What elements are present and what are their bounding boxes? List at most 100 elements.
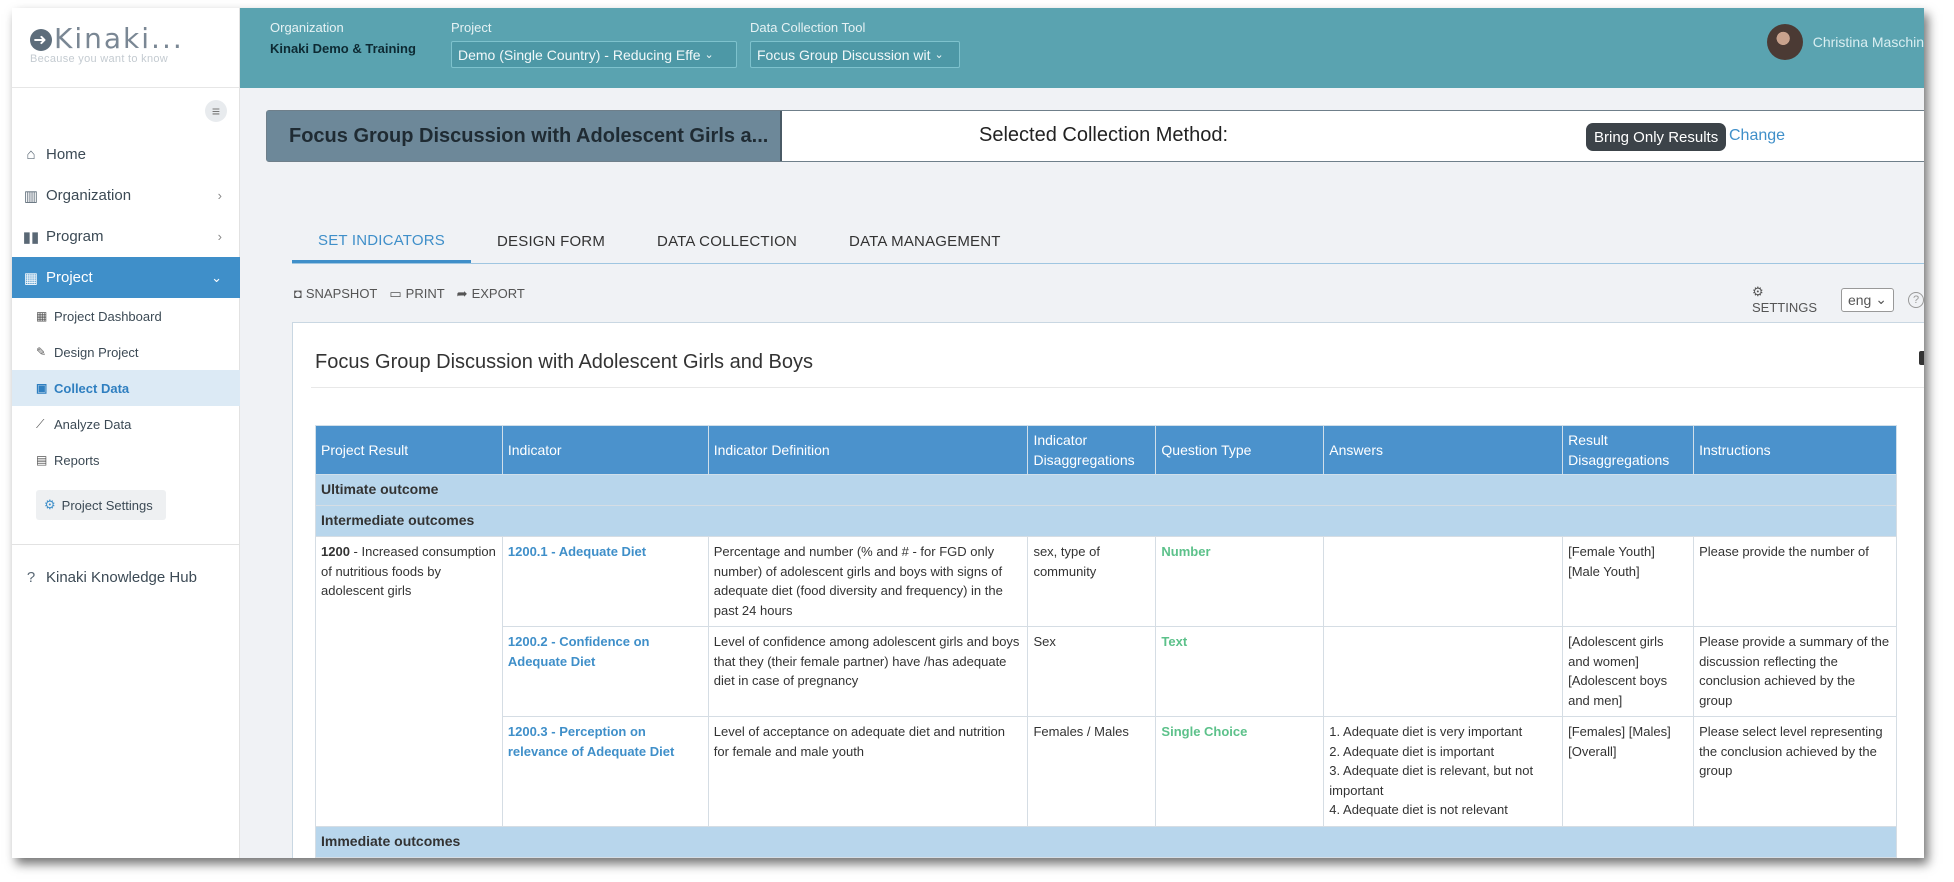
change-method-link[interactable]: Change [1729, 127, 1785, 145]
definition-cell: Level of confidence among adolescent gir… [707, 626, 1029, 717]
project-label: Project [451, 20, 492, 35]
column-header[interactable]: Result Disaggregations [1562, 425, 1695, 475]
avatar[interactable] [1766, 24, 1803, 60]
collection-bar: Focus Group Discussion with Adolescent G… [266, 110, 1924, 162]
print-button[interactable]: ▭ PRINT [389, 286, 444, 302]
column-header[interactable]: Instructions [1693, 425, 1897, 475]
snapshot-button[interactable]: ◘ SNAPSHOT [294, 286, 377, 302]
gear-icon: ⚙ [44, 497, 56, 512]
answer-option: 2. Adequate diet is important [1329, 743, 1495, 759]
sidebar-subitem-reports[interactable]: ▤ Reports [12, 442, 240, 478]
answer-option: 1. Adequate diet is very important [1329, 724, 1523, 739]
indicators-table: Project Result Indicator Indicator Defin… [315, 425, 1897, 858]
sidebar-subitem-label: Collect Data [54, 380, 130, 396]
lock-icon[interactable] [1919, 351, 1924, 365]
settings-label: SETTINGS [1752, 300, 1818, 315]
tool-select[interactable]: Focus Group Discussion wit ⌄ [750, 41, 960, 68]
indicator-cell[interactable]: 1200.1 - Adequate Diet [501, 536, 709, 627]
section-row-ultimate: Ultimate outcome [315, 474, 1897, 506]
column-header[interactable]: Answers [1323, 425, 1564, 475]
question-type-cell: Text [1155, 626, 1325, 717]
toolbar: ◘ SNAPSHOT ▭ PRINT ➦ EXPORT [294, 286, 525, 302]
tool-name: Focus Group Discussion with Adolescent G… [267, 111, 782, 161]
sidebar-subitem-collect-data[interactable]: ▣ Collect Data [12, 370, 240, 406]
brand-name: Kinaki... [54, 22, 184, 55]
column-header[interactable]: Indicator [501, 425, 709, 475]
share-icon: ➦ [456, 286, 468, 301]
chevron-right-icon: › [217, 229, 222, 244]
chevron-down-icon: ⌄ [211, 269, 222, 285]
tab-set-indicators[interactable]: SET INDICATORS [292, 220, 471, 263]
sidebar-item-knowledge-hub[interactable]: ? Kinaki Knowledge Hub [12, 555, 240, 599]
project-result-cell: 1200 - Increased consumption of nutritio… [315, 536, 503, 827]
indicator-link[interactable]: 1200.1 - Adequate Diet [508, 544, 646, 559]
definition-cell: Percentage and number (% and # - for FGD… [707, 536, 1029, 627]
project-group: Project Demo (Single Country) - Reducing… [451, 20, 737, 68]
answer-option: 3. Adequate diet is relevant, but not im… [1329, 763, 1534, 798]
instructions-cell: Please provide a summary of the discussi… [1693, 626, 1897, 717]
indicator-cell[interactable]: 1200.2 - Confidence on Adequate Diet [501, 626, 709, 717]
organization-label: Organization [270, 20, 344, 35]
indicator-link[interactable]: 1200.3 - Perception on relevance of Adeq… [508, 724, 674, 759]
settings-area: ⚙ SETTINGS eng ⌄ ? [1752, 284, 1924, 315]
organization-value: Kinaki Demo & Training [270, 41, 416, 56]
organization-group: Organization Kinaki Demo & Training [270, 20, 416, 56]
language-select[interactable]: eng ⌄ [1840, 287, 1895, 312]
chevron-down-icon: ⌄ [704, 49, 714, 61]
question-type: Text [1161, 634, 1188, 649]
sidebar-subitem-label: Analyze Data [54, 416, 132, 432]
tool-select-value: Focus Group Discussion wit [757, 46, 931, 63]
sidebar-subitem-analyze-data[interactable]: ⟋ Analyze Data [12, 406, 240, 442]
tab-data-collection[interactable]: DATA COLLECTION [631, 220, 823, 263]
user-menu[interactable]: Christina Maschin [1766, 24, 1924, 60]
tab-data-management[interactable]: DATA MANAGEMENT [823, 220, 1027, 263]
sidebar-subitem-design-project[interactable]: ✎ Design Project [12, 334, 240, 370]
sidebar: ➜ Kinaki... Because you want to know ≡ ⌂ … [12, 8, 240, 858]
method-badge: Bring Only Results [1586, 123, 1727, 151]
sidebar-toggle-icon[interactable]: ≡ [205, 100, 227, 122]
project-settings-button[interactable]: ⚙ Project Settings [36, 490, 166, 520]
settings-button[interactable]: ⚙ SETTINGS [1752, 284, 1831, 315]
camera-icon: ◘ [294, 286, 302, 301]
disaggregation-cell: sex, type of community [1027, 536, 1157, 627]
sidebar-item-organization[interactable]: ▥ Organization › [12, 175, 240, 216]
question-type: Single Choice [1161, 724, 1248, 739]
answers-cell [1323, 536, 1564, 627]
tab-design-form[interactable]: DESIGN FORM [471, 220, 631, 263]
answers-cell [1323, 626, 1564, 717]
sidebar-item-program[interactable]: ▮▮ Program › [12, 216, 240, 257]
column-header[interactable]: Project Result [315, 425, 503, 475]
sidebar-item-home[interactable]: ⌂ Home [12, 134, 240, 175]
document-icon: ▤ [36, 453, 48, 467]
top-bar: Organization Kinaki Demo & Training Proj… [240, 8, 1924, 88]
sidebar-subitem-label: Reports [54, 452, 100, 468]
question-type: Number [1161, 544, 1211, 559]
organization-icon: ▥ [23, 187, 39, 205]
project-select-value: Demo (Single Country) - Reducing Effe [458, 46, 701, 63]
home-icon: ⌂ [26, 146, 36, 163]
collect-icon: ▣ [36, 381, 48, 395]
definition-cell: Level of acceptance on adequate diet and… [707, 716, 1029, 827]
help-icon[interactable]: ? [1908, 291, 1924, 308]
indicator-cell[interactable]: 1200.3 - Perception on relevance of Adeq… [501, 716, 709, 827]
sidebar-nav: ⌂ Home ▥ Organization › ▮▮ Program › ▦ P… [12, 134, 240, 599]
logo[interactable]: ➜ Kinaki... Because you want to know [12, 8, 239, 88]
result-code: 1200 [321, 544, 350, 559]
sidebar-subitem-label: Project Dashboard [54, 308, 162, 324]
sidebar-subitem-label: Design Project [54, 344, 139, 360]
indicator-link[interactable]: 1200.2 - Confidence on Adequate Diet [508, 634, 650, 669]
export-button[interactable]: ➦ EXPORT [457, 286, 525, 302]
user-name: Christina Maschin [1812, 34, 1924, 50]
table-row: 1200.2 - Confidence on Adequate Diet Lev… [316, 626, 1897, 717]
result-disaggregation-cell: [Female Youth] [Male Youth] [1562, 536, 1695, 627]
column-header[interactable]: Indicator Disaggregations [1027, 425, 1157, 475]
column-header[interactable]: Question Type [1155, 425, 1325, 475]
printer-icon: ▭ [389, 286, 402, 301]
project-select[interactable]: Demo (Single Country) - Reducing Effe ⌄ [451, 41, 737, 68]
column-header[interactable]: Indicator Definition [707, 425, 1029, 475]
card-divider [311, 387, 1924, 388]
sidebar-subitem-project-dashboard[interactable]: ▦ Project Dashboard [12, 298, 240, 334]
indicators-card: Focus Group Discussion with Adolescent G… [292, 322, 1924, 858]
sidebar-item-project[interactable]: ▦ Project ⌄ [12, 257, 240, 298]
tool-group: Data Collection Tool Focus Group Discuss… [750, 20, 960, 68]
